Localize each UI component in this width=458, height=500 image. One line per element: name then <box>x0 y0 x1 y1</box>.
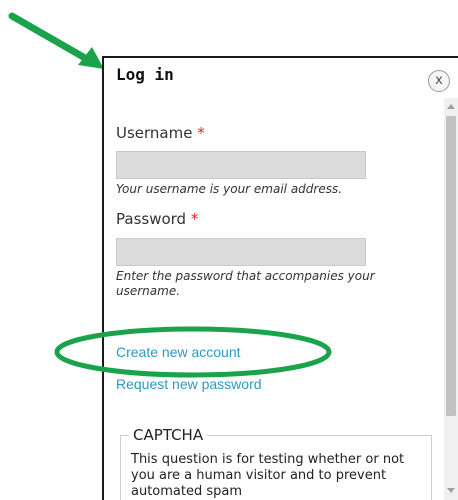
password-label: Password * <box>116 210 198 228</box>
scrollbar-thumb[interactable] <box>446 116 456 416</box>
login-dialog: Log in x Username * Your username is you… <box>102 56 458 500</box>
captcha-description: This question is for testing whether or … <box>131 452 405 499</box>
vertical-scrollbar[interactable] <box>444 98 458 500</box>
create-account-link[interactable]: Create new account <box>116 344 241 360</box>
username-label: Username * <box>116 124 205 142</box>
scroll-up-icon[interactable] <box>447 104 455 109</box>
close-button[interactable]: x <box>428 70 450 92</box>
username-label-text: Username <box>116 124 193 142</box>
required-marker: * <box>197 124 205 142</box>
username-input[interactable] <box>116 151 366 179</box>
username-description: Your username is your email address. <box>116 182 343 196</box>
password-description: Enter the password that accompanies your… <box>116 269 375 298</box>
password-input[interactable] <box>116 238 366 266</box>
dialog-title: Log in <box>116 65 174 84</box>
close-icon: x <box>435 73 443 88</box>
captcha-legend: CAPTCHA <box>129 426 208 444</box>
scroll-down-icon[interactable] <box>447 488 455 493</box>
password-label-text: Password <box>116 210 187 228</box>
required-marker: * <box>190 210 199 228</box>
request-password-link[interactable]: Request new password <box>116 376 262 392</box>
